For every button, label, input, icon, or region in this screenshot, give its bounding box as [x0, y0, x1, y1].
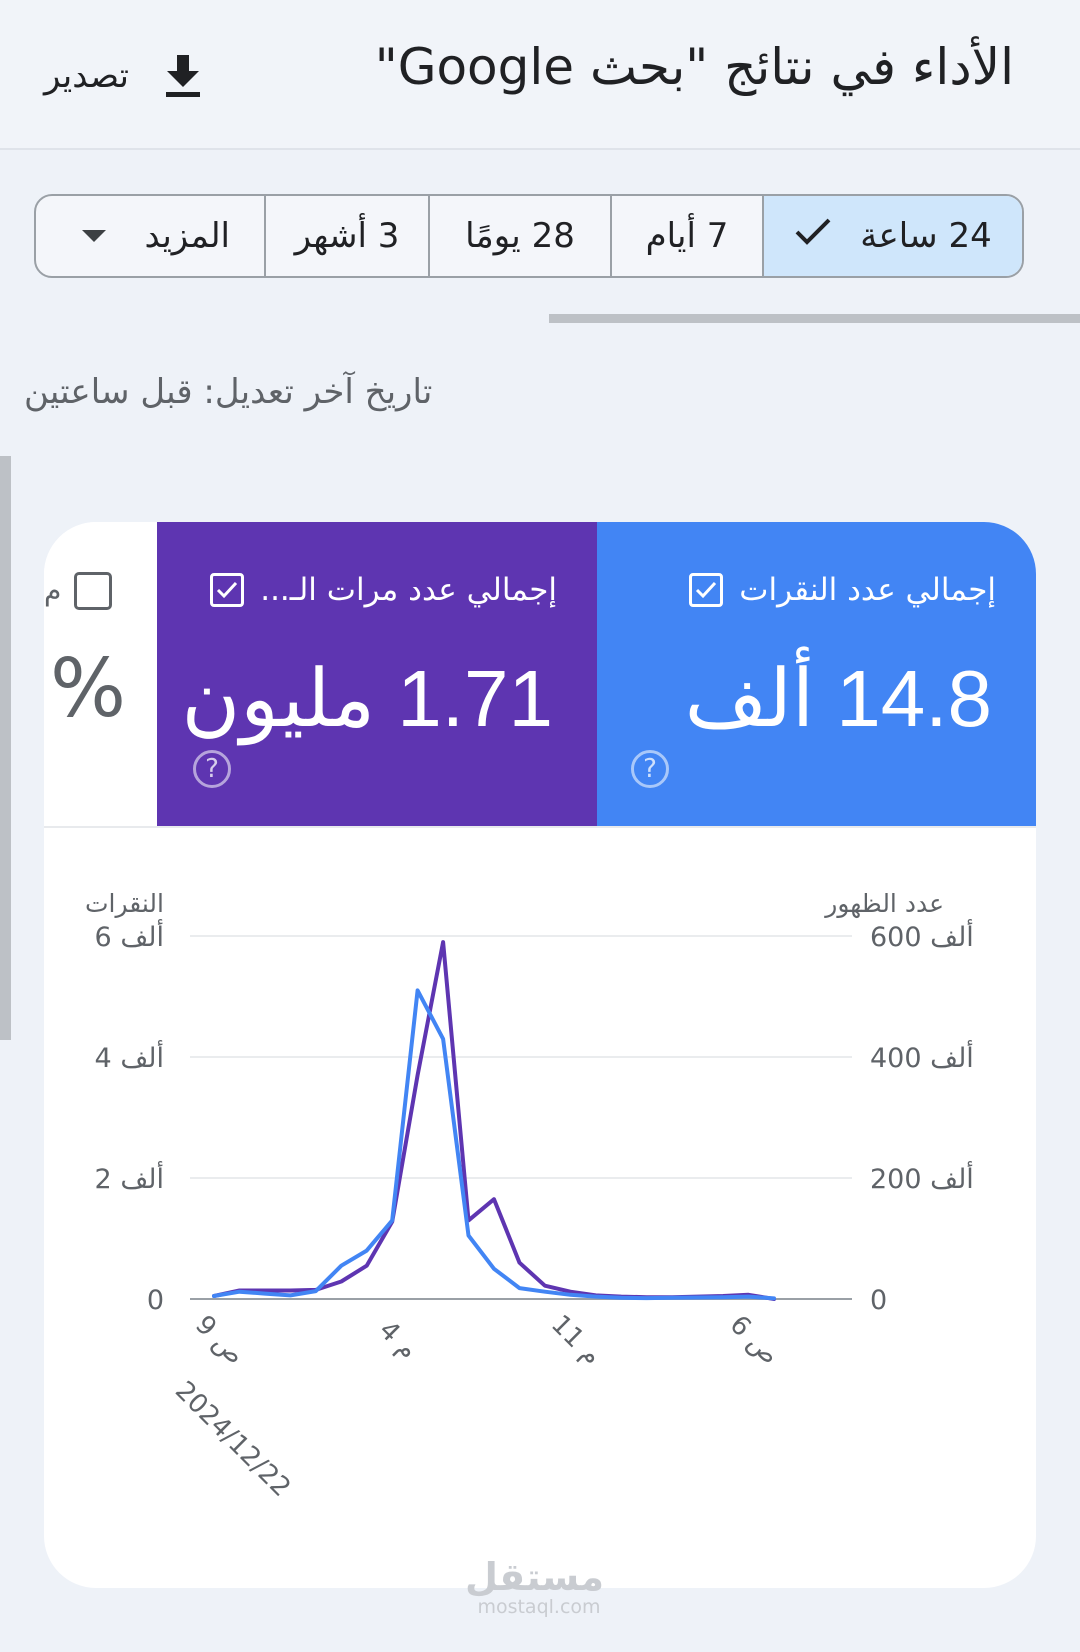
- ctr-metric-label: م: [44, 574, 62, 607]
- right-axis-tick-label: 400 ألف: [870, 1039, 974, 1074]
- date-range-24-hours[interactable]: 24 ساعة: [762, 196, 1022, 276]
- impressions-metric-label: إجمالي عدد مرات الـ...: [210, 572, 557, 608]
- date-range-more[interactable]: المزيد: [36, 196, 264, 276]
- x-axis-tick-label: 9 ص: [189, 1310, 250, 1371]
- date-range-3-months[interactable]: 3 أشهر: [264, 196, 428, 276]
- x-axis-tick-label: 4 م: [373, 1315, 423, 1365]
- watermark-url: mostaql.com: [477, 1596, 601, 1618]
- checkbox-checked-icon[interactable]: [210, 573, 245, 607]
- tab-scroll-indicator: [549, 314, 1080, 323]
- date-range-more-label: المزيد: [144, 216, 230, 256]
- clicks-metric-label-text: إجمالي عدد النقرات: [739, 572, 996, 608]
- clicks-metric-value: 14.8 ألف: [684, 654, 992, 743]
- date-range-28-days[interactable]: 28 يومًا: [428, 196, 610, 276]
- left-axis-tick-label: 6 ألف: [95, 918, 164, 953]
- side-scrollbar[interactable]: [0, 456, 11, 1040]
- performance-card: إجمالي عدد النقرات 14.8 ألف ? إجمالي عدد…: [44, 522, 1036, 1588]
- clicks-metric-card[interactable]: إجمالي عدد النقرات 14.8 ألف ?: [597, 522, 1036, 826]
- left-axis-tick-label: 4 ألف: [95, 1039, 164, 1074]
- impressions-metric-value: 1.71 مليون: [181, 654, 553, 743]
- checkbox-unchecked-icon[interactable]: [74, 572, 112, 610]
- clicks-metric-label: إجمالي عدد النقرات: [689, 572, 996, 608]
- right-axis-title: عدد الظهور: [823, 889, 944, 919]
- export-button[interactable]: تصدير: [44, 46, 203, 106]
- ctr-metric-card[interactable]: م %: [44, 522, 157, 826]
- performance-chart: النقرات عدد الظهور 0 0 2 ألف 200 ألف 4 ألف 400 …: [85, 889, 974, 1503]
- right-axis-tick-label: 600 ألف: [870, 918, 974, 953]
- x-axis-tick-label: 11 م: [545, 1309, 607, 1371]
- dropdown-caret-icon: [82, 230, 106, 242]
- help-icon[interactable]: ?: [193, 750, 231, 788]
- download-icon: [163, 53, 203, 99]
- app-header: الأداء في نتائج "بحث Google" تصدير: [0, 0, 1080, 150]
- page-title: الأداء في نتائج "بحث Google": [374, 38, 1014, 96]
- watermark-logo: مستقل: [465, 1555, 604, 1599]
- ctr-metric-value: %: [50, 642, 127, 735]
- last-updated-text: تاريخ آخر تعديل: قبل ساعتين: [24, 372, 433, 412]
- left-axis-tick-label: 0: [147, 1285, 164, 1316]
- date-range-7-days[interactable]: 7 أيام: [610, 196, 762, 276]
- help-icon[interactable]: ?: [631, 750, 669, 788]
- left-axis-title: النقرات: [85, 889, 164, 918]
- series-line: [212, 940, 776, 1301]
- date-range-24-hours-label: 24 ساعة: [860, 216, 992, 256]
- right-axis-tick-label: 200 ألف: [870, 1160, 974, 1195]
- x-axis-tick-label: 6 ص: [724, 1310, 785, 1371]
- export-label: تصدير: [44, 56, 130, 96]
- checkbox-checked-icon[interactable]: [689, 573, 724, 607]
- impressions-metric-label-text: إجمالي عدد مرات الـ...: [260, 572, 557, 608]
- x-axis-date-label: 2024/12/22: [169, 1376, 296, 1503]
- check-icon: [794, 216, 832, 256]
- date-range-selector: المزيد 3 أشهر 28 يومًا 7 أيام 24 ساعة: [34, 194, 1024, 278]
- series-line: [212, 988, 776, 1301]
- impressions-metric-card[interactable]: إجمالي عدد مرات الـ... 1.71 مليون ?: [157, 522, 597, 826]
- left-axis-tick-label: 2 ألف: [95, 1160, 164, 1195]
- right-axis-tick-label: 0: [870, 1285, 887, 1316]
